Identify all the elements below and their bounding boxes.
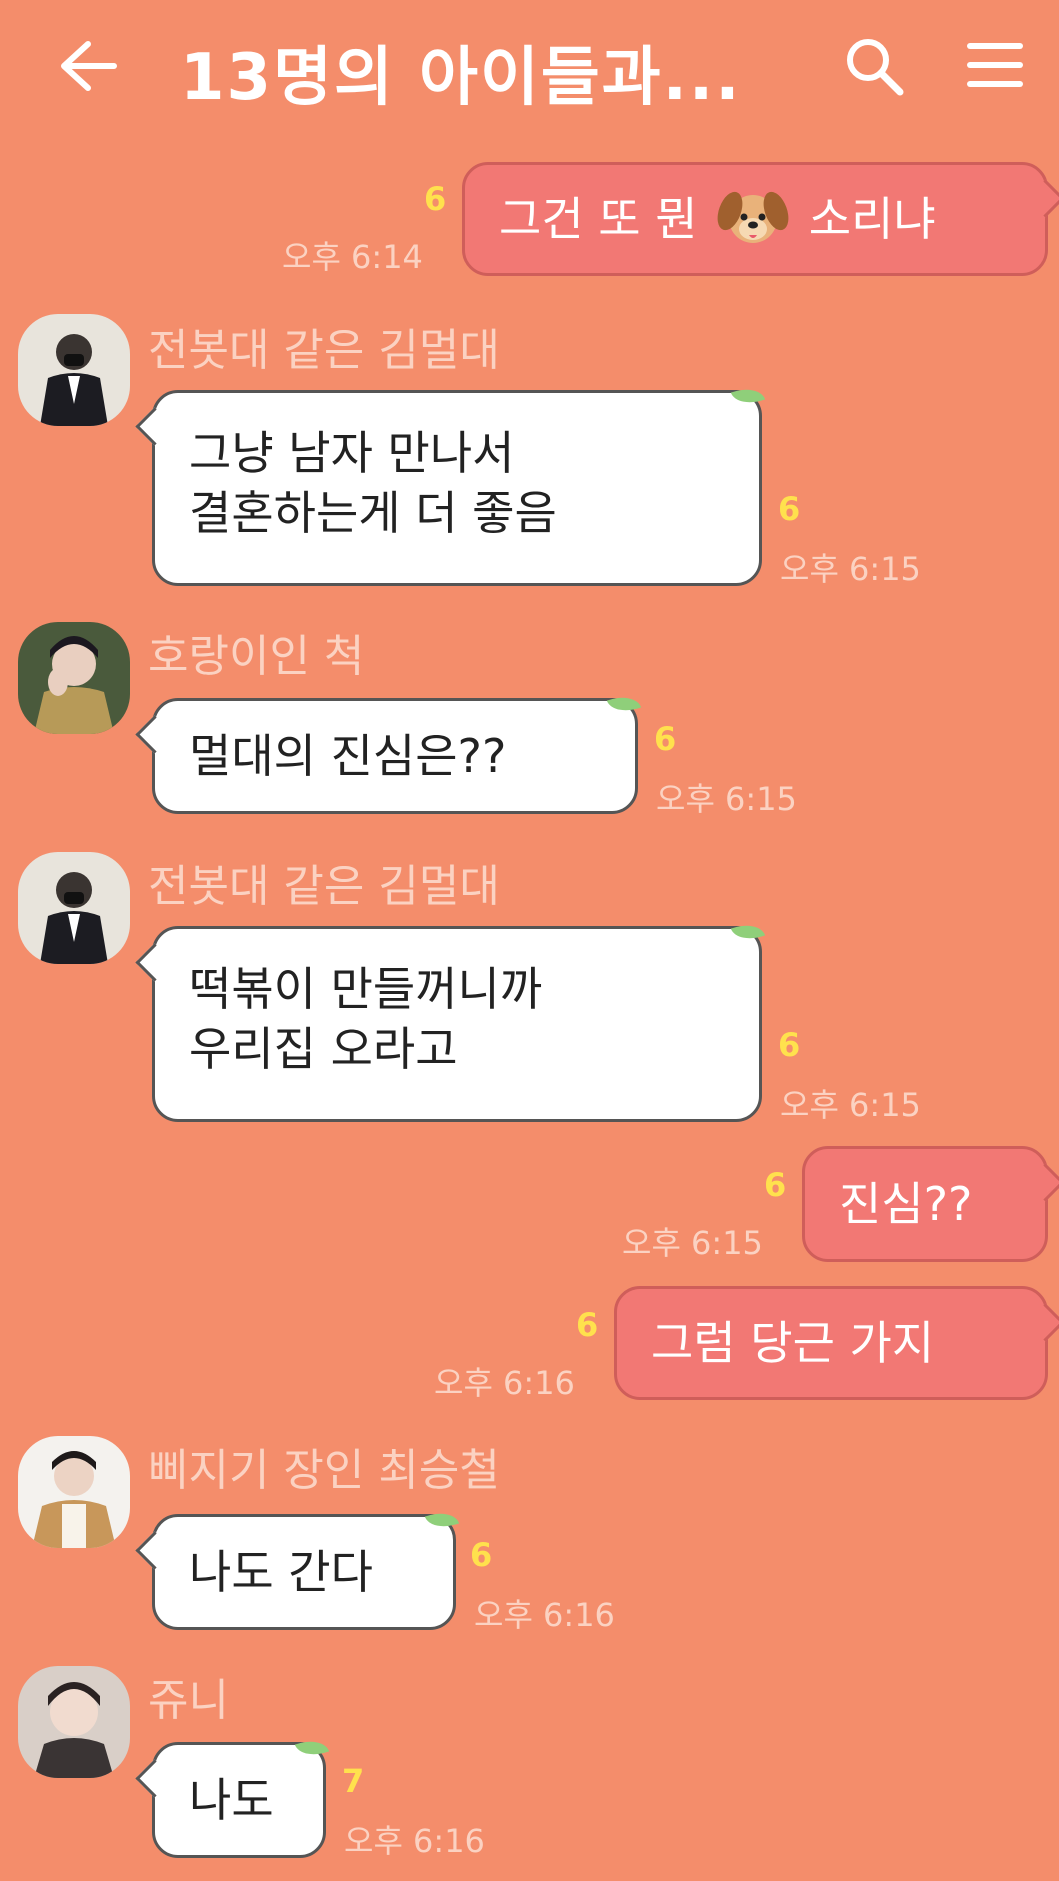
message-time: 오후 6:15 — [622, 1224, 763, 1262]
message-text: 진심?? — [839, 1177, 973, 1231]
avatar[interactable] — [18, 852, 130, 964]
message-bubble[interactable]: 멀대의 진심은?? — [135, 690, 642, 814]
message-text: 그럼 당근 가지 — [651, 1316, 935, 1370]
message-time: 오후 6:15 — [780, 1086, 921, 1124]
message-text-line: 떡볶이 만들꺼니까 — [189, 962, 543, 1016]
message-bubble[interactable]: 그냥 남자 만나서 결혼하는게 더 좋음 — [135, 382, 766, 586]
search-icon[interactable] — [842, 34, 906, 98]
message-time: 오후 6:15 — [780, 550, 921, 588]
message-text: 그건 또 뭔 — [499, 192, 698, 246]
message-text: 소리냐 — [808, 192, 936, 246]
message-text-line: 우리집 오라고 — [189, 1022, 458, 1076]
sender-name: 쥬니 — [148, 1675, 229, 1726]
sender-name: 전봇대 같은 김멀대 — [148, 861, 500, 912]
chat-header: 13명의 아이들과... — [0, 0, 1059, 140]
sender-name: 삐지기 장인 최승철 — [148, 1445, 500, 1496]
message-bubble[interactable]: 나도 — [135, 1734, 330, 1858]
avatar[interactable] — [18, 1666, 130, 1778]
arrow-left-icon[interactable] — [58, 38, 118, 94]
unread-count: 7 — [342, 1762, 365, 1800]
message-text: 멀대의 진심은?? — [189, 729, 507, 783]
message-time: 오후 6:16 — [434, 1364, 575, 1402]
unread-count: 6 — [654, 720, 677, 758]
unread-count: 6 — [778, 490, 801, 528]
unread-count: 6 — [576, 1306, 599, 1344]
chat-room-title: 13명의 아이들과... — [180, 41, 742, 115]
message-bubble[interactable]: 진심?? — [802, 1146, 1059, 1262]
unread-count: 6 — [424, 180, 447, 218]
message-bubble[interactable]: 그럼 당근 가지 — [614, 1286, 1059, 1400]
unread-count: 6 — [764, 1166, 787, 1204]
message-text-line: 결혼하는게 더 좋음 — [189, 486, 557, 540]
message-time: 오후 6:16 — [344, 1822, 485, 1860]
avatar[interactable] — [18, 314, 130, 426]
hamburger-menu-icon[interactable] — [966, 40, 1024, 90]
message-time: 오후 6:16 — [474, 1596, 615, 1634]
message-bubble[interactable]: 나도 간다 — [135, 1506, 460, 1630]
unread-count: 6 — [778, 1026, 801, 1064]
message-bubble[interactable]: 떡볶이 만들꺼니까 우리집 오라고 — [135, 918, 766, 1122]
sender-name: 호랑이인 척 — [148, 631, 365, 682]
message-text: 나도 — [189, 1773, 274, 1827]
message-time: 오후 6:14 — [282, 238, 423, 276]
dog-face-icon — [717, 191, 789, 243]
message-text: 나도 간다 — [189, 1545, 373, 1599]
message-time: 오후 6:15 — [656, 780, 797, 818]
avatar[interactable] — [18, 622, 130, 734]
sender-name: 전봇대 같은 김멀대 — [148, 325, 500, 376]
message-text-line: 그냥 남자 만나서 — [189, 426, 515, 480]
unread-count: 6 — [470, 1536, 493, 1574]
message-bubble[interactable]: 그건 또 뭔 소리냐 — [462, 162, 1059, 276]
avatar[interactable] — [18, 1436, 130, 1548]
